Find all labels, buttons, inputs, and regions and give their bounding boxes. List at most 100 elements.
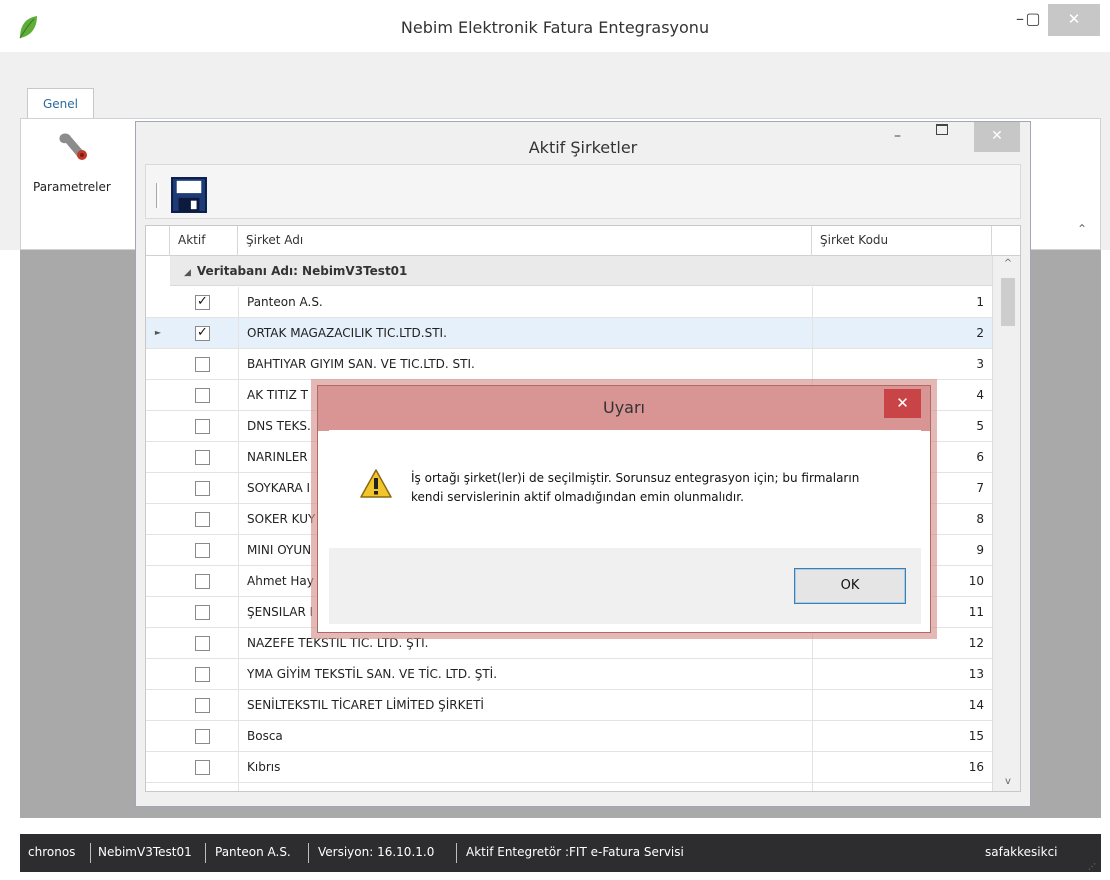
row-indicator [146, 504, 170, 535]
row-indicator [146, 628, 170, 659]
sirket-adi-cell[interactable]: Bosca [238, 721, 812, 752]
close-icon: ✕ [896, 394, 909, 412]
maximize-button[interactable]: ▢ [1018, 4, 1048, 36]
aktif-checkbox[interactable] [195, 357, 210, 372]
window-title: Nebim Elektronik Fatura Entegrasyonu [400, 18, 710, 37]
row-indicator [146, 349, 170, 380]
status-integrator: Aktif Entegretör :FIT e-Fatura Servisi [466, 845, 684, 859]
sirket-adi-cell[interactable]: YMA GİYİM TEKSTİL SAN. VE TİC. LTD. ŞTİ. [238, 659, 812, 690]
aktif-checkbox[interactable]: ✓ [195, 295, 210, 310]
sirket-kodu-cell[interactable]: 15 [812, 721, 992, 752]
wrench-icon[interactable] [54, 128, 90, 164]
table-row[interactable]: BAHTIYAR GIYIM SAN. VE TIC.LTD. STI. 3 [146, 349, 992, 380]
aktif-checkbox[interactable] [195, 667, 210, 682]
aktif-checkbox[interactable] [195, 698, 210, 713]
aktif-checkbox[interactable]: ✓ [195, 326, 210, 341]
aktif-cell [170, 411, 238, 442]
header-aktif[interactable]: Aktif [170, 226, 238, 256]
sirket-adi-cell[interactable]: ORTAK MAGAZACILIK TIC.LTD.STI. [238, 318, 812, 349]
grid-header: Aktif Şirket Adı Şirket Kodu [146, 226, 1020, 256]
sirket-adi-cell[interactable]: USA [238, 783, 812, 791]
resize-grip-icon[interactable]: ⋰ [1088, 862, 1096, 871]
child-close-button[interactable]: ✕ [974, 122, 1020, 152]
aktif-cell: ✓ [170, 287, 238, 318]
row-indicator [146, 411, 170, 442]
sirket-kodu-cell[interactable]: 13 [812, 659, 992, 690]
row-indicator [146, 659, 170, 690]
floppy-disk-icon[interactable] [171, 177, 207, 213]
table-row[interactable]: ✓ Panteon A.S. 1 [146, 287, 992, 318]
aktif-checkbox[interactable] [195, 512, 210, 527]
dialog-titlebar: Uyarı ✕ [318, 386, 930, 431]
ok-button[interactable]: OK [794, 568, 906, 604]
dialog-message: İş ortağı şirket(ler)i de seçilmiştir. S… [411, 471, 860, 504]
aktif-checkbox[interactable] [195, 791, 210, 792]
row-indicator [146, 380, 170, 411]
row-indicator [146, 597, 170, 628]
aktif-checkbox[interactable] [195, 543, 210, 558]
row-indicator [146, 535, 170, 566]
sirket-adi-cell[interactable]: Kıbrıs [238, 752, 812, 783]
status-server: chronos [28, 845, 76, 859]
aktif-checkbox[interactable] [195, 729, 210, 744]
child-maximize-button[interactable] [936, 124, 948, 135]
status-company: Panteon A.S. [215, 845, 291, 859]
sirket-adi-cell[interactable]: BAHTIYAR GIYIM SAN. VE TIC.LTD. STI. [238, 349, 812, 380]
ribbon-collapse-icon[interactable]: ⌃ [1077, 222, 1087, 236]
dialog-footer: OK [329, 548, 921, 624]
aktif-cell [170, 597, 238, 628]
status-version: Versiyon: 16.10.1.0 [318, 845, 435, 859]
dialog-title: Uyarı [602, 398, 645, 417]
scroll-up-icon[interactable]: ^ [993, 258, 1020, 269]
sirket-kodu-cell[interactable]: 16 [812, 752, 992, 783]
close-button[interactable]: ✕ [1048, 4, 1100, 36]
table-row[interactable]: Bosca 15 [146, 721, 992, 752]
sirket-kodu-cell[interactable]: 17 [812, 783, 992, 791]
sirket-kodu-cell[interactable]: 2 [812, 318, 992, 349]
header-sirket-adi[interactable]: Şirket Adı [238, 226, 812, 256]
status-separator [456, 843, 457, 863]
header-sirket-kodu[interactable]: Şirket Kodu [812, 226, 992, 256]
parametreler-button[interactable]: Parametreler [33, 180, 111, 194]
sirket-kodu-cell[interactable]: 1 [812, 287, 992, 318]
sirket-adi-cell[interactable]: SENİLTEKSTIL TİCARET LİMİTED ŞİRKETİ [238, 690, 812, 721]
table-row[interactable]: Kıbrıs 16 [146, 752, 992, 783]
aktif-checkbox[interactable] [195, 574, 210, 589]
row-indicator [146, 442, 170, 473]
aktif-checkbox[interactable] [195, 605, 210, 620]
table-row[interactable]: SENİLTEKSTIL TİCARET LİMİTED ŞİRKETİ 14 [146, 690, 992, 721]
row-indicator [146, 287, 170, 318]
group-row[interactable]: ◢ Veritabanı Adı: NebimV3Test01 [170, 256, 992, 286]
table-row[interactable]: ► ✓ ORTAK MAGAZACILIK TIC.LTD.STI. 2 [146, 318, 992, 349]
scroll-down-icon[interactable]: v [993, 776, 1020, 787]
aktif-cell [170, 752, 238, 783]
scroll-thumb[interactable] [1001, 278, 1015, 326]
aktif-checkbox[interactable] [195, 419, 210, 434]
aktif-checkbox[interactable] [195, 450, 210, 465]
sirket-kodu-cell[interactable]: 3 [812, 349, 992, 380]
aktif-checkbox[interactable] [195, 636, 210, 651]
status-separator [308, 843, 309, 863]
vertical-scrollbar[interactable]: ^ v [992, 256, 1020, 791]
status-separator [205, 843, 206, 863]
toolbar-grip[interactable] [156, 183, 159, 208]
child-minimize-button[interactable]: – [894, 128, 901, 144]
table-row[interactable]: USA17 [146, 783, 992, 792]
aktif-cell [170, 473, 238, 504]
sirket-kodu-cell[interactable]: 14 [812, 690, 992, 721]
row-indicator [146, 721, 170, 752]
table-row[interactable]: YMA GİYİM TEKSTİL SAN. VE TİC. LTD. ŞTİ.… [146, 659, 992, 690]
tab-genel[interactable]: Genel [27, 88, 94, 119]
aktif-cell [170, 783, 238, 792]
status-separator [90, 843, 91, 863]
status-user: safakkesikci [985, 845, 1058, 859]
aktif-checkbox[interactable] [195, 388, 210, 403]
aktif-checkbox[interactable] [195, 760, 210, 775]
row-indicator [146, 566, 170, 597]
row-indicator [146, 783, 170, 791]
aktif-checkbox[interactable] [195, 481, 210, 496]
status-database: NebimV3Test01 [98, 845, 192, 859]
sirket-adi-cell[interactable]: Panteon A.S. [238, 287, 812, 318]
expand-triangle-icon[interactable]: ◢ [184, 258, 191, 288]
dialog-close-button[interactable]: ✕ [884, 389, 921, 418]
